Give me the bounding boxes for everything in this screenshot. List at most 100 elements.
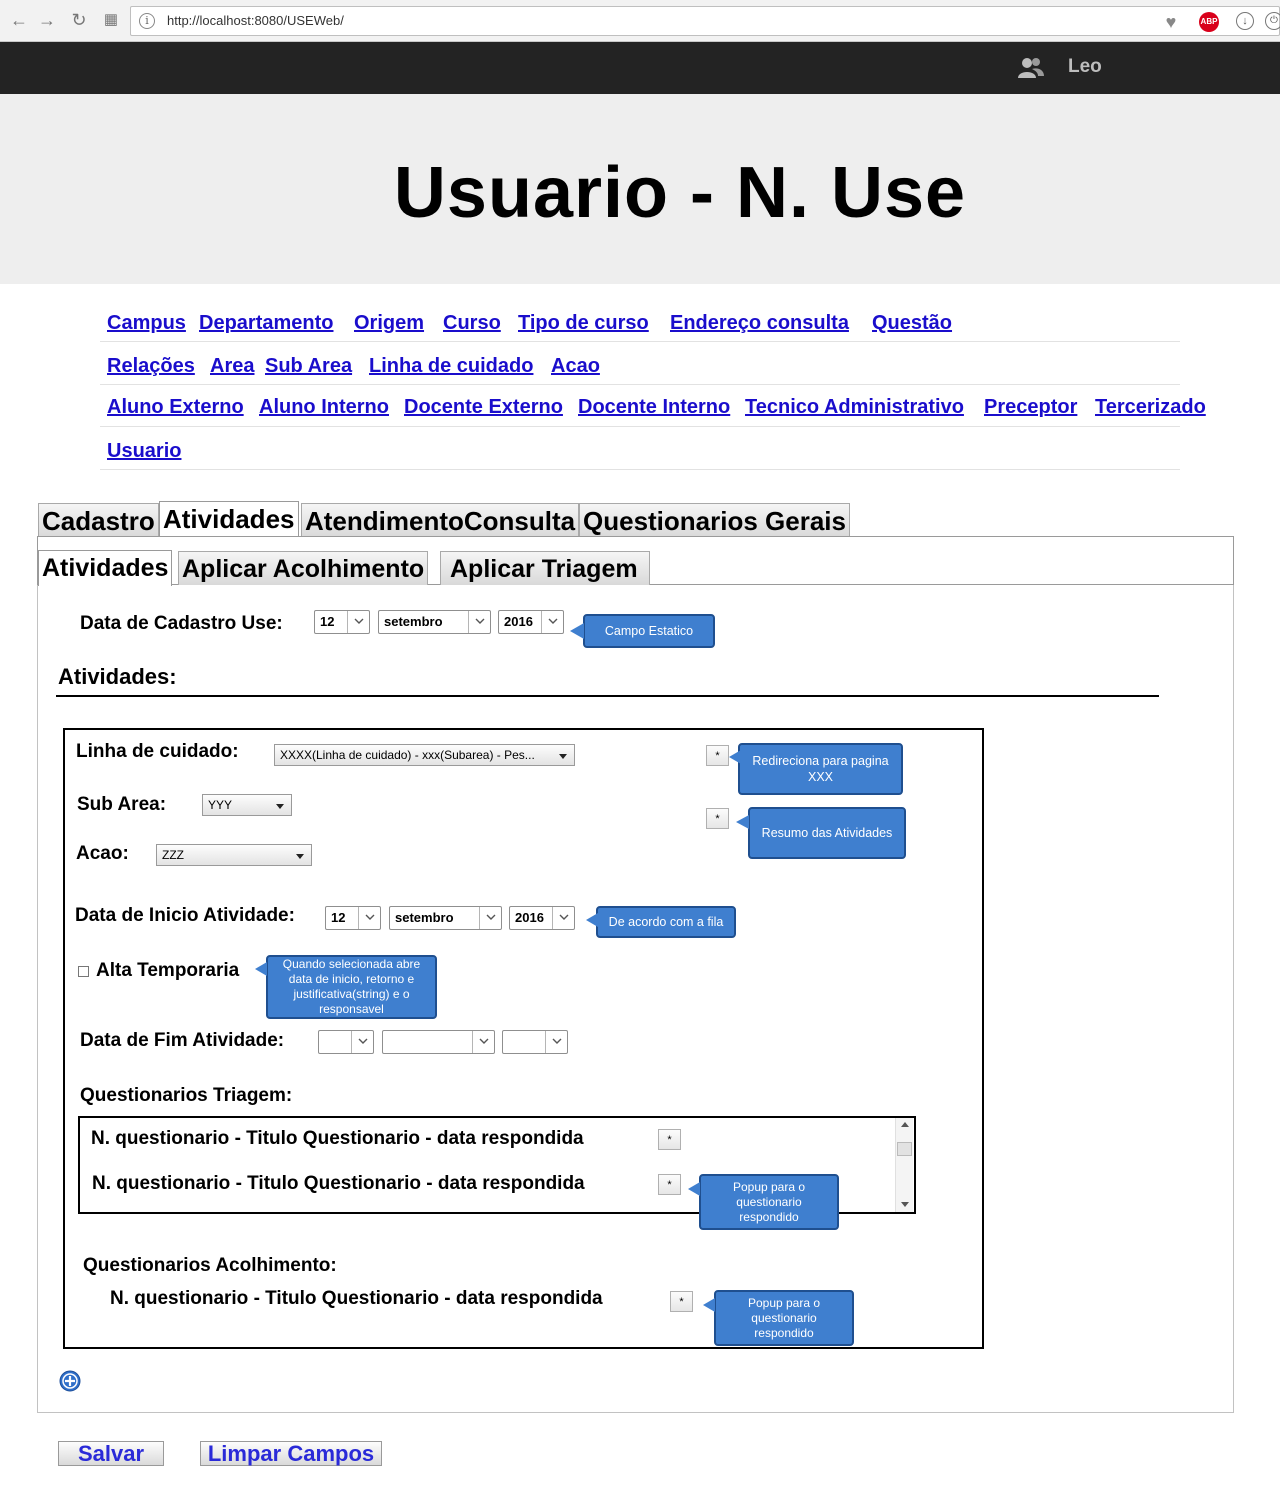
tab-atendimento-consulta[interactable]: AtendimentoConsulta xyxy=(301,503,580,537)
data-fim-year-select[interactable] xyxy=(502,1030,568,1054)
tab-questionarios-gerais[interactable]: Questionarios Gerais xyxy=(579,503,850,537)
nav-link-questao[interactable]: Questão xyxy=(872,312,952,335)
adblock-icon[interactable]: ABP xyxy=(1199,12,1219,32)
nav-link-tecnico-administrativo[interactable]: Tecnico Administrativo xyxy=(745,396,964,419)
select-value: 2016 xyxy=(504,614,533,629)
nav-link-curso[interactable]: Curso xyxy=(443,312,501,335)
nav-divider xyxy=(100,426,1180,427)
section-title-atividades: Atividades: xyxy=(58,664,177,689)
subtab-aplicar-acolhimento[interactable]: Aplicar Acolhimento xyxy=(178,551,429,585)
data-inicio-month-select[interactable]: setembro xyxy=(389,906,502,930)
nav-link-preceptor[interactable]: Preceptor xyxy=(984,396,1077,419)
nav-link-linha-de-cuidado[interactable]: Linha de cuidado xyxy=(369,355,533,378)
salvar-button[interactable]: Salvar xyxy=(58,1441,164,1466)
chevron-down-icon xyxy=(358,907,380,929)
nav-link-tercerizado[interactable]: Tercerizado xyxy=(1095,396,1206,419)
data-cadastro-month-select[interactable]: setembro xyxy=(378,610,491,634)
nav-divider xyxy=(100,384,1180,385)
triagem-star-button[interactable]: * xyxy=(658,1174,681,1195)
nav-link-origem[interactable]: Origem xyxy=(354,312,424,335)
note-resumo-atividades: Resumo das Atividades xyxy=(748,807,906,859)
user-name[interactable]: Leo xyxy=(1068,56,1102,78)
data-cadastro-year-select[interactable]: 2016 xyxy=(498,610,564,634)
scroll-down-icon[interactable] xyxy=(901,1202,909,1207)
subtab-aplicar-triagem[interactable]: Aplicar Triagem xyxy=(440,551,650,585)
heart-icon[interactable]: ♥ xyxy=(1161,12,1181,32)
chevron-down-icon xyxy=(479,907,501,929)
apps-grid-icon[interactable]: ▦ xyxy=(101,9,121,31)
browser-toolbar: ← → ↻ ▦ i http://localhost:8080/USEWeb/ … xyxy=(0,0,1280,42)
chevron-down-icon xyxy=(472,1031,494,1053)
section-divider xyxy=(56,695,1159,697)
tab-atividades[interactable]: Atividades xyxy=(159,501,299,537)
download-icon[interactable]: ↓ xyxy=(1236,12,1254,30)
forward-arrow-icon[interactable]: → xyxy=(37,9,57,31)
nav-link-aluno-interno[interactable]: Aluno Interno xyxy=(259,396,389,419)
callout-tail xyxy=(255,962,267,976)
linha-de-cuidado-select[interactable]: XXXX(Linha de cuidado) - xxx(Subarea) - … xyxy=(274,744,575,766)
data-cadastro-day-select[interactable]: 12 xyxy=(314,610,370,634)
sub-area-label: Sub Area: xyxy=(77,794,167,815)
address-bar[interactable]: i http://localhost:8080/USEWeb/ ♥ ABP ↓ … xyxy=(130,6,1280,36)
sub-area-select[interactable]: YYY xyxy=(202,794,292,816)
url-text[interactable]: http://localhost:8080/USEWeb/ xyxy=(167,13,344,28)
select-value: XXXX(Linha de cuidado) - xxx(Subarea) - … xyxy=(280,748,535,762)
scroll-thumb[interactable] xyxy=(897,1142,912,1156)
nav-link-sub-area[interactable]: Sub Area xyxy=(265,355,352,378)
acao-select[interactable]: ZZZ xyxy=(156,844,312,866)
users-icon[interactable] xyxy=(1018,56,1044,80)
nav-link-campus[interactable]: Campus xyxy=(107,312,186,335)
nav-link-departamento[interactable]: Departamento xyxy=(199,312,333,335)
nav-link-usuario[interactable]: Usuario xyxy=(107,440,181,463)
triagem-item[interactable]: N. questionario - Titulo Questionario - … xyxy=(92,1173,585,1195)
scroll-up-icon[interactable] xyxy=(901,1122,909,1127)
add-atividade-icon[interactable] xyxy=(59,1370,81,1392)
acolhimento-item[interactable]: N. questionario - Titulo Questionario - … xyxy=(110,1288,603,1310)
caret-down-icon xyxy=(296,854,304,859)
alta-temporaria-label: Alta Temporaria xyxy=(96,960,240,981)
data-cadastro-label: Data de Cadastro Use: xyxy=(80,613,283,634)
alta-temporaria-checkbox[interactable] xyxy=(78,966,89,977)
top-navbar: Leo xyxy=(0,42,1280,94)
limpar-campos-button[interactable]: Limpar Campos xyxy=(200,1441,382,1466)
tab-cadastro[interactable]: Cadastro xyxy=(38,503,159,537)
triagem-star-button[interactable]: * xyxy=(658,1129,681,1150)
callout-tail xyxy=(703,1298,715,1312)
info-icon[interactable]: i xyxy=(139,13,155,29)
nav-link-tipo-de-curso[interactable]: Tipo de curso xyxy=(518,312,649,335)
chevron-down-icon xyxy=(545,1031,567,1053)
nav-link-endereco-consulta[interactable]: Endereço consulta xyxy=(670,312,849,335)
nav-link-aluno-externo[interactable]: Aluno Externo xyxy=(107,396,244,419)
chevron-down-icon xyxy=(541,611,563,633)
nav-link-acao[interactable]: Acao xyxy=(551,355,600,378)
nav-link-area[interactable]: Area xyxy=(210,355,254,378)
subtab-atividades[interactable]: Atividades xyxy=(38,550,173,586)
select-value: 12 xyxy=(331,910,346,925)
data-inicio-label: Data de Inicio Atividade: xyxy=(75,905,295,926)
reload-icon[interactable]: ↻ xyxy=(69,9,89,31)
callout-tail xyxy=(736,815,749,829)
callout-tail xyxy=(570,623,584,639)
resumo-star-button[interactable]: * xyxy=(706,808,729,829)
chevron-down-icon xyxy=(351,1031,373,1053)
nav-link-docente-interno[interactable]: Docente Interno xyxy=(578,396,730,419)
linha-de-cuidado-label: Linha de cuidado: xyxy=(76,741,239,762)
triagem-item[interactable]: N. questionario - Titulo Questionario - … xyxy=(91,1128,584,1150)
data-inicio-year-select[interactable]: 2016 xyxy=(509,906,575,930)
select-value: YYY xyxy=(208,798,233,812)
data-fim-month-select[interactable] xyxy=(382,1030,495,1054)
select-value: 2016 xyxy=(515,910,544,925)
select-value: ZZZ xyxy=(162,848,184,862)
power-icon[interactable]: ⏻ xyxy=(1265,12,1280,30)
nav-link-docente-externo[interactable]: Docente Externo xyxy=(404,396,563,419)
acolhimento-star-button[interactable]: * xyxy=(670,1291,693,1312)
data-inicio-day-select[interactable]: 12 xyxy=(325,906,381,930)
back-arrow-icon[interactable]: ← xyxy=(9,9,29,31)
callout-tail xyxy=(688,1182,700,1196)
linha-star-button[interactable]: * xyxy=(706,745,729,766)
triagem-scrollbar[interactable] xyxy=(895,1118,913,1212)
data-fim-day-select[interactable] xyxy=(318,1030,374,1054)
nav-link-relacoes[interactable]: Relações xyxy=(107,355,195,378)
questionarios-acolhimento-label: Questionarios Acolhimento: xyxy=(83,1255,337,1276)
note-alta-temporaria: Quando selecionada abre data de inicio, … xyxy=(266,955,437,1019)
